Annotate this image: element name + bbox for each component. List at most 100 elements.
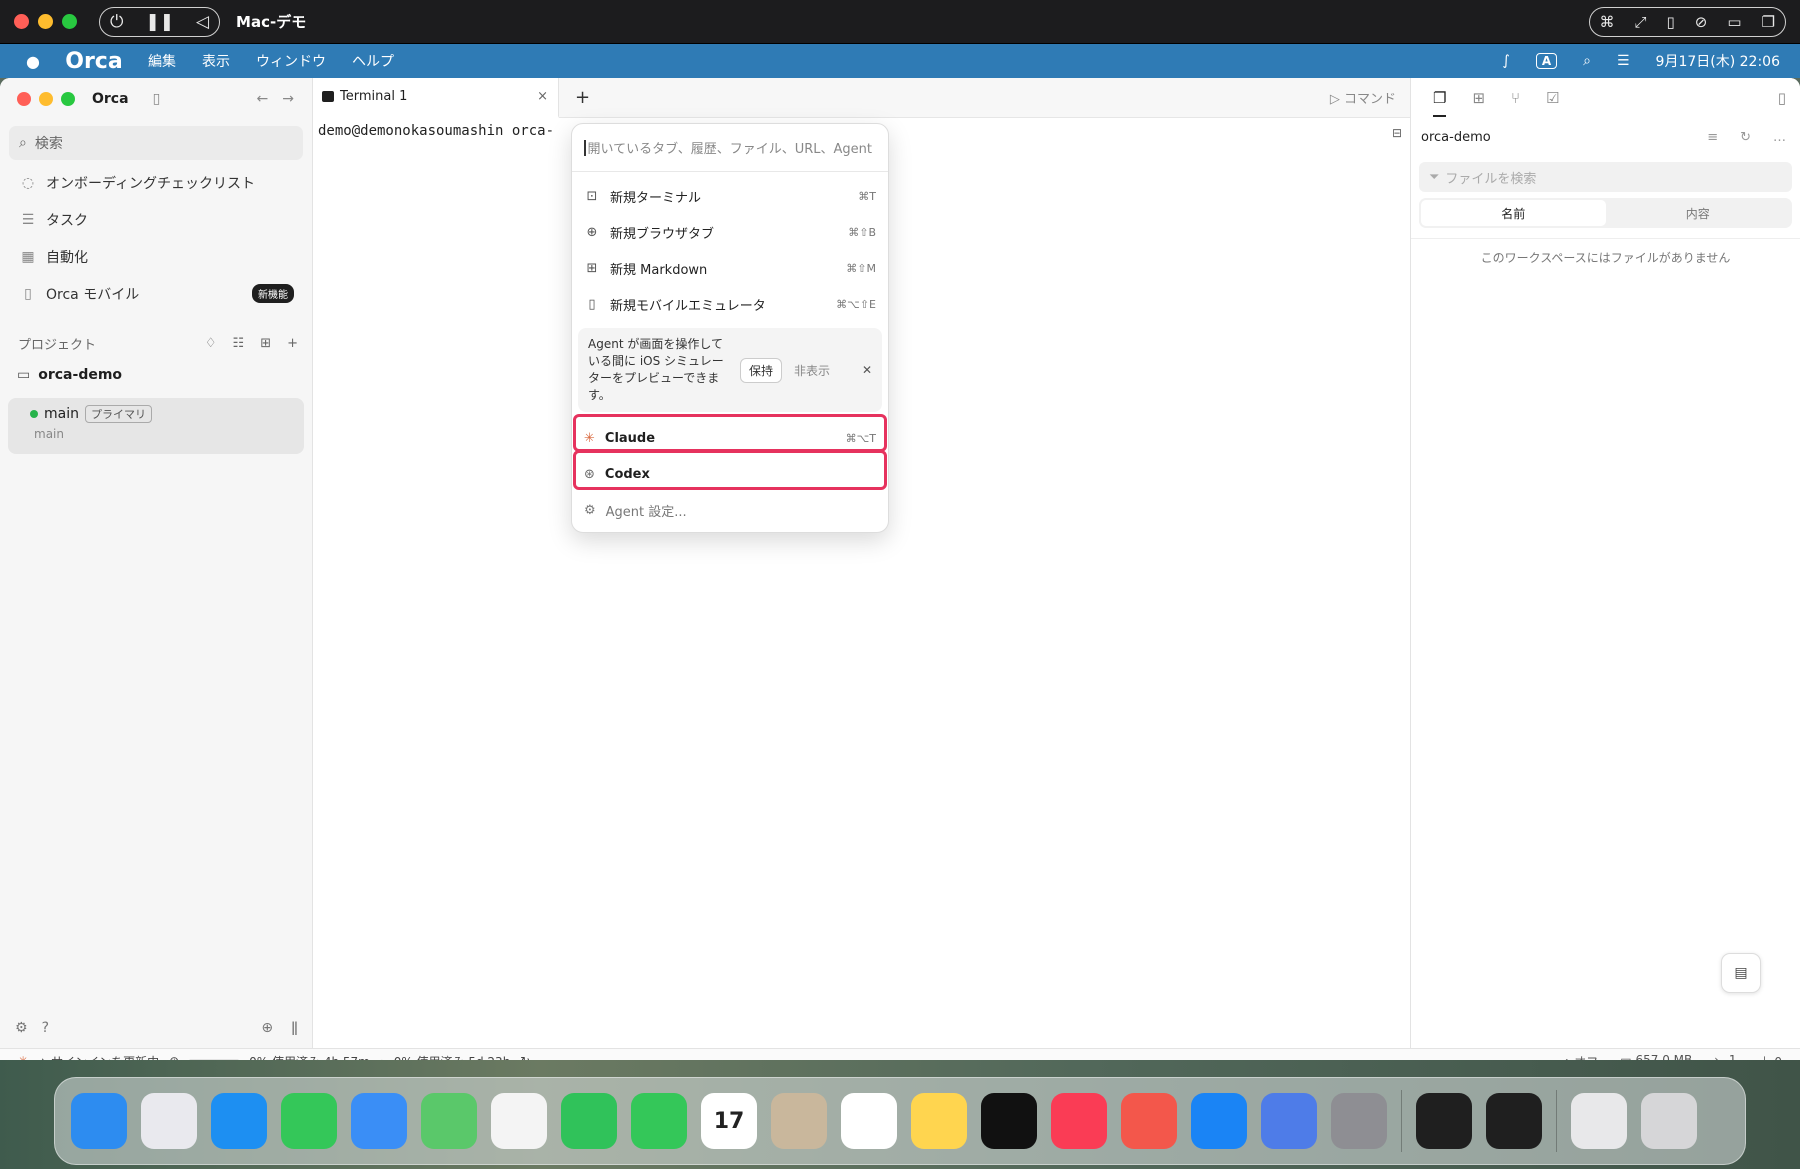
dock-tv-icon[interactable] xyxy=(981,1093,1037,1149)
dock-downloads-icon[interactable] xyxy=(1571,1093,1627,1149)
gear-icon[interactable]: ⚙ xyxy=(15,1020,28,1036)
dock-terminal-icon[interactable] xyxy=(1416,1093,1472,1149)
refresh-icon[interactable]: ↻ xyxy=(1740,130,1751,145)
close-tab-icon[interactable]: × xyxy=(537,89,548,104)
agent-settings[interactable]: ⚙ Agent 設定... xyxy=(572,492,888,528)
help-icon[interactable]: ? xyxy=(42,1020,49,1036)
filter-icon: ⏷ xyxy=(1429,169,1440,185)
nav-label: タスク xyxy=(46,212,88,229)
back-icon[interactable]: ◁ xyxy=(196,12,209,32)
sidebar-toggle-icon[interactable]: ▯ xyxy=(153,91,161,107)
segment-name[interactable]: 名前 xyxy=(1421,200,1606,226)
close-icon[interactable]: ✕ xyxy=(862,363,872,377)
dock-maps-icon[interactable] xyxy=(421,1093,477,1149)
minimize-button[interactable] xyxy=(38,14,53,29)
project-item[interactable]: ▭ orca-demo xyxy=(0,358,312,392)
no-network-icon[interactable]: ⊘ xyxy=(1695,13,1708,31)
dock-contacts-icon[interactable] xyxy=(771,1093,827,1149)
checklist-icon[interactable]: ☑ xyxy=(1546,89,1559,107)
grid-tab-icon[interactable]: ⊞ xyxy=(1472,89,1485,107)
forward-arrow-icon[interactable]: → xyxy=(282,91,294,107)
dock-notes-icon[interactable] xyxy=(911,1093,967,1149)
app-window: Orca ▯ ← → ⌕ 検索 ◌ オンボーディングチェックリスト ☰ タスク … xyxy=(0,78,1800,1073)
dock-app-store-icon[interactable] xyxy=(1191,1093,1247,1149)
dock-calendar-icon[interactable]: 17 xyxy=(701,1093,757,1149)
mouse-icon[interactable]: ▯ xyxy=(1667,13,1675,31)
apple-icon[interactable]: ● xyxy=(26,52,40,71)
close-button[interactable] xyxy=(14,14,29,29)
hide-button[interactable]: 非表示 xyxy=(794,362,830,379)
filter-icon[interactable]: ☷ xyxy=(233,336,245,351)
dock-messages-icon[interactable] xyxy=(281,1093,337,1149)
menu-window[interactable]: ウィンドウ xyxy=(256,51,326,71)
dock-launchpad-icon[interactable] xyxy=(141,1093,197,1149)
shared-folder-icon[interactable]: ▭ xyxy=(1727,13,1741,31)
menu-clock[interactable]: 9月17日(木) 22:06 xyxy=(1656,51,1780,71)
popup-item-new-markdown[interactable]: ⊞ 新規 Markdown ⌘⇧M xyxy=(572,250,888,286)
bell-icon[interactable]: ♢ xyxy=(205,336,217,351)
menu-view[interactable]: 表示 xyxy=(202,51,230,71)
nav-tasks[interactable]: ☰ タスク xyxy=(0,201,312,238)
dock-safari-icon[interactable] xyxy=(211,1093,267,1149)
spotlight-icon[interactable]: ⌕ xyxy=(1583,53,1591,69)
zoom-button[interactable] xyxy=(62,14,77,29)
popup-item-new-terminal[interactable]: ⊡ 新規ターミナル ⌘T xyxy=(572,178,888,214)
layout-button[interactable]: ▤ xyxy=(1721,953,1761,993)
menu-bar: ● Orca 編集 表示 ウィンドウ ヘルプ ∫ A ⌕ ☰ 9月17日(木) … xyxy=(0,44,1800,78)
back-arrow-icon[interactable]: ← xyxy=(257,91,269,107)
menu-edit[interactable]: 編集 xyxy=(148,51,176,71)
control-center-icon[interactable]: ☰ xyxy=(1617,53,1630,69)
git-branch-icon[interactable]: ⑂ xyxy=(1511,89,1520,107)
dock-photos-icon[interactable] xyxy=(491,1093,547,1149)
window-minimize-button[interactable] xyxy=(39,92,53,106)
vm-controls: ⏻ ❚❚ ◁ xyxy=(99,6,221,37)
windows-icon[interactable]: ❐ xyxy=(1762,13,1775,31)
dock-simulator-icon[interactable] xyxy=(1261,1093,1317,1149)
add-icon[interactable]: + xyxy=(287,336,298,351)
split-pane-icon[interactable]: ⊟ xyxy=(1392,126,1402,140)
pause-bars-icon[interactable]: ǁ xyxy=(291,1020,298,1036)
nav-onboarding[interactable]: ◌ オンボーディングチェックリスト xyxy=(0,164,312,201)
new-tab-button[interactable]: + xyxy=(575,87,590,108)
menu-help[interactable]: ヘルプ xyxy=(352,51,394,71)
nav-orca-mobile[interactable]: ▯ Orca モバイル 新機能 xyxy=(0,275,312,312)
sort-icon[interactable]: ≡ xyxy=(1707,130,1718,145)
popup-search-input[interactable]: 開いているタブ、履歴、ファイル、URL、Agent xyxy=(572,124,888,172)
status-dot xyxy=(30,410,38,418)
popup-item-new-browser-tab[interactable]: ⊕ 新規ブラウザタブ ⌘⇧B xyxy=(572,214,888,250)
more-icon[interactable]: … xyxy=(1773,130,1786,145)
dock-finder-icon[interactable] xyxy=(71,1093,127,1149)
dock-mail-icon[interactable] xyxy=(351,1093,407,1149)
sidebar-search[interactable]: ⌕ 検索 xyxy=(9,126,303,160)
command-key-icon[interactable]: ⌘ xyxy=(1600,13,1615,31)
panel-toggle-icon[interactable]: ▯ xyxy=(1778,89,1786,107)
tab-terminal-1[interactable]: Terminal 1 × xyxy=(314,78,559,118)
dock-music-icon[interactable] xyxy=(1051,1093,1107,1149)
segment-content[interactable]: 内容 xyxy=(1606,200,1791,226)
window-close-button[interactable] xyxy=(17,92,31,106)
keep-button[interactable]: 保持 xyxy=(740,357,783,383)
dock-phone-icon[interactable] xyxy=(631,1093,687,1149)
command-button[interactable]: ▷ コマンド xyxy=(1330,88,1396,107)
dock-system-settings-icon[interactable] xyxy=(1331,1093,1387,1149)
nav-automation[interactable]: ▦ 自動化 xyxy=(0,238,312,275)
terminal-icon: ⊡ xyxy=(586,188,598,204)
dock-facetime-icon[interactable] xyxy=(561,1093,617,1149)
files-tab-icon[interactable]: ❐ xyxy=(1433,89,1447,117)
dock-rocket-icon[interactable] xyxy=(1121,1093,1177,1149)
worktree-item[interactable]: main プライマリ main xyxy=(8,398,304,454)
projects-header: プロジェクト ♢ ☷ ⊞ + xyxy=(0,328,312,358)
window-zoom-button[interactable] xyxy=(61,92,75,106)
dock-reminders-icon[interactable] xyxy=(841,1093,897,1149)
pause-icon[interactable]: ❚❚ xyxy=(145,12,174,32)
orca-status-icon[interactable]: ∫ xyxy=(1503,53,1510,69)
popup-item-new-mobile-emulator[interactable]: ▯ 新規モバイルエミュレータ ⌘⌥⇧E xyxy=(572,286,888,322)
resize-icon[interactable]: ⤢ xyxy=(1635,13,1647,31)
file-search-input[interactable]: ⏷ ファイルを検索 xyxy=(1419,162,1792,192)
dock-trash-icon[interactable] xyxy=(1641,1093,1697,1149)
dock-orca-icon[interactable] xyxy=(1486,1093,1542,1149)
input-method-icon[interactable]: A xyxy=(1535,53,1558,69)
new-folder-icon[interactable]: ⊞ xyxy=(260,336,271,351)
power-icon[interactable]: ⏻ xyxy=(110,12,123,32)
target-icon[interactable]: ⊕ xyxy=(261,1020,273,1036)
